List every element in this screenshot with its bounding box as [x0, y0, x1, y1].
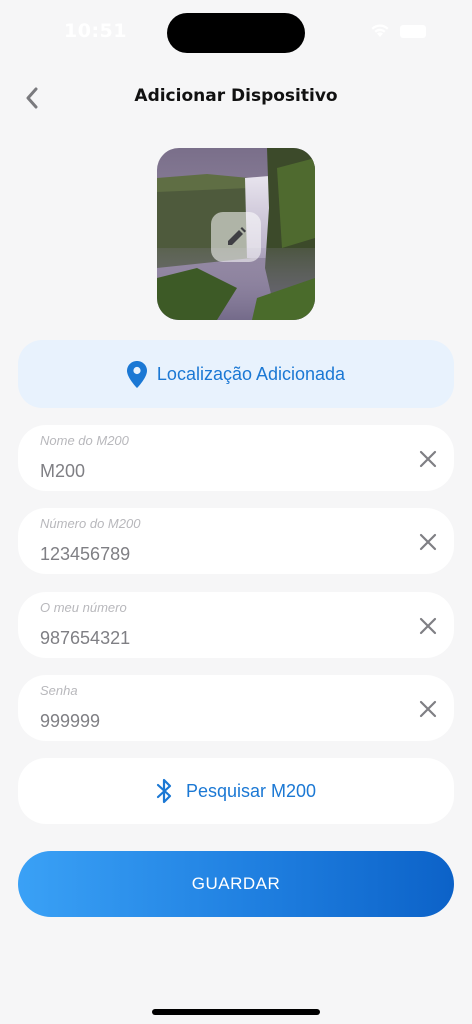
- location-label: Localização Adicionada: [156, 363, 346, 384]
- close-icon[interactable]: [418, 532, 438, 552]
- field-label: Senha: [40, 683, 78, 698]
- search-label: Pesquisar M200: [185, 780, 317, 801]
- my-number-field[interactable]: O meu número 987654321: [18, 592, 454, 658]
- wifi-icon: [371, 24, 389, 37]
- search-m200-button[interactable]: Pesquisar M200: [18, 758, 454, 824]
- map-pin-icon: [126, 360, 147, 388]
- add-device-screen: 10:51 Adicionar Dispositivo Localização …: [0, 0, 472, 1024]
- home-indicator: [152, 1009, 320, 1015]
- close-icon[interactable]: [418, 699, 438, 719]
- field-value[interactable]: 999999: [40, 711, 100, 732]
- password-field[interactable]: Senha 999999: [18, 675, 454, 741]
- page-title: Adicionar Dispositivo: [134, 86, 338, 106]
- edit-photo-button[interactable]: [211, 212, 261, 262]
- save-button[interactable]: GUARDAR: [18, 851, 454, 917]
- field-label: O meu número: [40, 600, 127, 615]
- field-label: Nome do M200: [40, 433, 129, 448]
- field-label: Número do M200: [40, 516, 141, 531]
- bluetooth-icon: [156, 778, 172, 804]
- status-icons: [370, 24, 426, 38]
- save-label: GUARDAR: [191, 874, 281, 893]
- device-name-field[interactable]: Nome do M200 M200: [18, 425, 454, 491]
- pencil-icon: [228, 227, 246, 245]
- device-number-field[interactable]: Número do M200 123456789: [18, 508, 454, 574]
- field-value[interactable]: 123456789: [40, 544, 130, 565]
- dynamic-island: [167, 13, 305, 53]
- field-value[interactable]: M200: [40, 461, 85, 482]
- location-added-button[interactable]: Localização Adicionada: [18, 340, 454, 408]
- battery-icon: [400, 24, 426, 38]
- close-icon[interactable]: [418, 449, 438, 469]
- status-time: 10:51: [64, 20, 127, 42]
- field-value[interactable]: 987654321: [40, 628, 130, 649]
- device-photo: [157, 148, 315, 320]
- close-icon[interactable]: [418, 616, 438, 636]
